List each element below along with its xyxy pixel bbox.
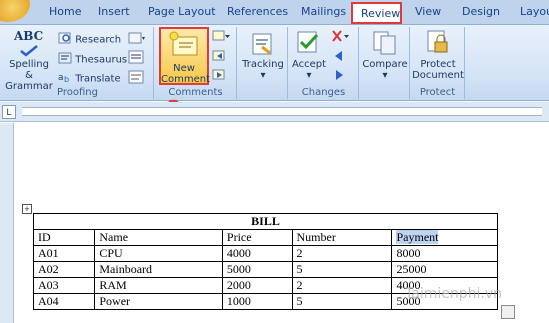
tab-page-layout[interactable]: Page Layout (148, 5, 216, 18)
table-cell: 2 (291, 245, 393, 262)
new-comment-button[interactable]: New Comment (159, 27, 210, 85)
protect-group: Protect Document Protect (411, 27, 465, 99)
translate-icon: ab (58, 70, 72, 87)
research-button[interactable]: Research (58, 31, 121, 48)
tab-design[interactable]: Design (462, 5, 500, 18)
selected-text: Payment (396, 230, 439, 244)
tracking-group: Tracking ▾ (238, 27, 288, 99)
research-icon (58, 31, 72, 48)
table-cell: 8000 (391, 245, 498, 262)
thesaurus-button[interactable]: Thesaurus (58, 51, 127, 68)
previous-comment-icon (212, 49, 228, 66)
tracking-button[interactable]: Tracking ▾ (240, 29, 286, 81)
table-cell: 25000 (391, 261, 498, 278)
table-cell: A04 (32, 293, 96, 310)
previous-change-button[interactable] (331, 49, 347, 66)
spelling-grammar-button[interactable]: ABC Spelling & Grammar (4, 29, 54, 92)
watermark: Taimienphi.vn (405, 286, 502, 302)
tab-insert[interactable]: Insert (98, 5, 130, 18)
table-row: A02 Mainboard 5000 5 25000 (32, 261, 498, 278)
table-header-cell: Name (94, 229, 223, 246)
word-count-icon (128, 50, 144, 67)
table-cell: 1000 (221, 293, 293, 310)
proofing-group: ABC Spelling & Grammar Research Thesauru… (2, 27, 154, 99)
table-cell: A01 (32, 245, 96, 262)
table-cell: 5 (291, 293, 393, 310)
tracking-dropdown-icon: ▾ (260, 70, 266, 81)
abc-123-icon (128, 70, 144, 87)
translate-button[interactable]: ab Translate (58, 70, 121, 87)
horizontal-ruler[interactable]: L (0, 102, 549, 122)
table-cell: 5 (291, 261, 393, 278)
tab-review[interactable]: Review (351, 2, 402, 24)
table-move-handle[interactable]: + (22, 204, 32, 214)
accept-icon (291, 29, 327, 59)
ribbon-tab-bar: Home Insert Page Layout References Maili… (0, 0, 549, 25)
next-comment-icon (212, 68, 228, 85)
changes-group-label: Changes (301, 87, 346, 98)
table-cell: 4000 (221, 245, 293, 262)
word-count-button[interactable] (128, 50, 144, 67)
changes-group: Accept ▾ Changes (289, 27, 359, 99)
previous-comment-button[interactable] (212, 49, 228, 66)
tab-home[interactable]: Home (49, 5, 81, 18)
reject-button[interactable] (331, 29, 351, 46)
table-header-cell: ID (32, 229, 96, 246)
set-language-button[interactable] (128, 31, 146, 48)
table-cell: A02 (32, 261, 96, 278)
table-header-cell: Number (291, 229, 393, 246)
tab-references[interactable]: References (227, 5, 288, 18)
table-header-cell: Price (221, 229, 293, 246)
tab-mailings[interactable]: Mailings (301, 5, 346, 18)
table-header-cell-selected: Payment (391, 229, 498, 246)
accept-button[interactable]: Accept ▾ (291, 29, 327, 81)
table-title: BILL (33, 213, 498, 230)
table-cell: A03 (32, 277, 96, 294)
accept-dropdown-icon: ▾ (306, 70, 312, 81)
tab-view[interactable]: View (415, 5, 441, 18)
delete-comment-icon (212, 29, 232, 46)
table-cell: 2000 (221, 277, 293, 294)
compare-dropdown-icon: ▾ (382, 70, 388, 81)
svg-text:a: a (58, 73, 64, 83)
table-header-row: ID Name Price Number Payment (32, 229, 498, 246)
table-cell: RAM (94, 277, 223, 294)
delete-comment-button[interactable] (212, 29, 232, 46)
paste-options-icon[interactable] (501, 305, 515, 319)
table-cell: 2 (291, 277, 393, 294)
abc-123-button[interactable] (128, 70, 144, 87)
table-row: A01 CPU 4000 2 8000 (32, 245, 498, 262)
language-icon (128, 31, 146, 48)
svg-text:b: b (64, 75, 69, 84)
next-change-button[interactable] (331, 68, 347, 85)
previous-change-icon (331, 49, 347, 66)
thesaurus-icon (58, 51, 72, 68)
table-cell: Power (94, 293, 223, 310)
tab-layout[interactable]: Layout (520, 5, 549, 18)
protect-document-icon (411, 29, 465, 59)
abc-check-icon: ABC (4, 29, 54, 59)
compare-button[interactable]: Compare ▾ (362, 29, 408, 81)
next-change-icon (331, 68, 347, 85)
vertical-ruler[interactable] (0, 123, 14, 323)
compare-icon (362, 29, 408, 59)
comments-group: New Comment Comments (155, 27, 237, 99)
reject-icon (331, 29, 351, 46)
protect-group-label: Protect (419, 87, 456, 98)
table-title-row: BILL (33, 213, 498, 230)
office-button[interactable] (0, 0, 30, 22)
proofing-group-label: Proofing (57, 87, 98, 98)
protect-document-button[interactable]: Protect Document (411, 29, 465, 81)
new-comment-icon (161, 29, 207, 63)
table-cell: CPU (94, 245, 223, 262)
tab-selector-button[interactable]: L (2, 105, 16, 119)
table-cell: Mainboard (94, 261, 223, 278)
table-cell: 5000 (221, 261, 293, 278)
compare-group: Compare ▾ (360, 27, 410, 99)
ruler-track[interactable] (22, 107, 542, 116)
tab-review-label: Review (361, 7, 401, 20)
next-comment-button[interactable] (212, 68, 228, 85)
tracking-icon (240, 29, 286, 59)
